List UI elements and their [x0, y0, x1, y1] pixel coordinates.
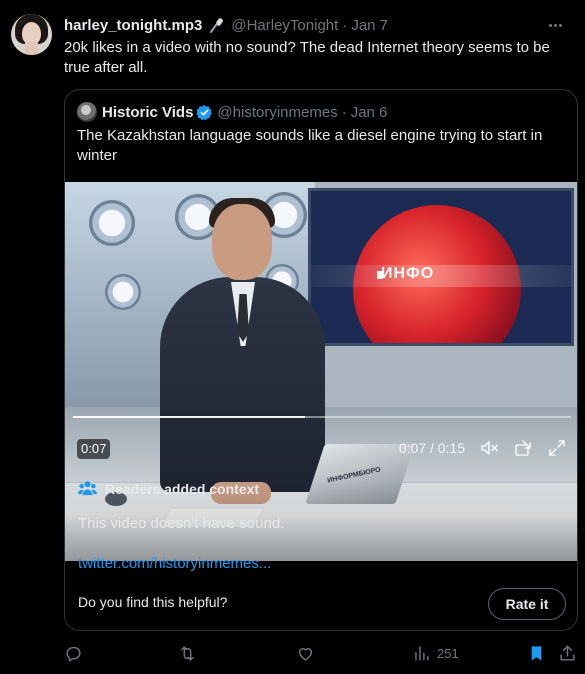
screen-text: ИНФО — [381, 265, 435, 282]
news-screen: ИНФО — [308, 188, 574, 346]
separator-dot: · — [342, 16, 348, 34]
context-body: This video doesn't have sound. — [78, 515, 285, 532]
tweet-text: 20k likes in a video with no sound? The … — [64, 39, 550, 76]
context-heading-text: Readers added context — [105, 480, 260, 497]
action-bar: 251 — [64, 644, 579, 666]
anchor-head — [212, 204, 272, 280]
quoted-separator-dot: · — [341, 103, 347, 121]
community-notes-icon — [78, 481, 97, 496]
fullscreen-icon[interactable] — [547, 438, 567, 458]
quoted-handle: @historyinmemes — [217, 103, 338, 121]
retweet-button[interactable] — [178, 644, 197, 663]
tweet-header: harley_tonight.mp3 @HarleyTonight · Jan … — [64, 15, 565, 35]
tweet-date[interactable]: Jan 7 — [351, 17, 388, 34]
views-count: 251 — [437, 646, 459, 661]
quoted-header: Historic Vids @historyinmemes · Jan 6 — [77, 102, 387, 122]
video-progress-fill — [73, 416, 306, 418]
bookmark-icon — [531, 646, 542, 661]
rate-it-button[interactable]: Rate it — [488, 588, 566, 620]
video-controls: 0:07 / 0:15 — [399, 437, 567, 459]
time-display: 0:07 / 0:15 — [398, 440, 465, 456]
minimize-player-icon[interactable] — [513, 438, 533, 458]
views-icon — [415, 646, 429, 661]
author-avatar[interactable] — [11, 14, 52, 55]
heart-icon — [298, 648, 313, 661]
verified-badge-icon — [196, 104, 213, 120]
more-options-icon[interactable] — [545, 15, 565, 35]
quoted-date: Jan 6 — [350, 103, 388, 121]
author-handle[interactable]: @HarleyTonight — [231, 17, 338, 34]
bookmark-button[interactable] — [527, 644, 546, 663]
context-source-link[interactable]: twitter.com/historyinmemes... — [78, 555, 271, 572]
readers-context-heading: Readers added context — [78, 480, 259, 497]
quoted-avatar — [77, 102, 97, 122]
mute-icon[interactable] — [479, 438, 499, 458]
microphone-icon — [210, 18, 224, 33]
video-player[interactable]: ИНФО ИНФОРМБЮРО 0:07 0:07 / 0:15 — [65, 182, 577, 561]
helpful-question: Do you find this helpful? — [78, 594, 228, 610]
reply-button[interactable] — [64, 644, 83, 663]
quoted-author-name: Historic Vids — [102, 103, 194, 121]
elapsed-time-badge: 0:07 — [77, 439, 111, 459]
reply-icon — [66, 646, 81, 662]
quoted-tweet[interactable]: Historic Vids @historyinmemes · Jan 6 Th… — [64, 89, 578, 631]
retweet-icon — [181, 646, 194, 661]
share-button[interactable] — [558, 644, 577, 663]
like-button[interactable] — [296, 644, 315, 663]
views-button[interactable]: 251 — [412, 644, 459, 663]
author-name[interactable]: harley_tonight.mp3 — [64, 17, 202, 34]
quoted-text: The Kazakhstan language sounds like a di… — [77, 127, 543, 164]
video-progress-bar[interactable] — [73, 416, 571, 418]
share-icon — [560, 645, 575, 661]
